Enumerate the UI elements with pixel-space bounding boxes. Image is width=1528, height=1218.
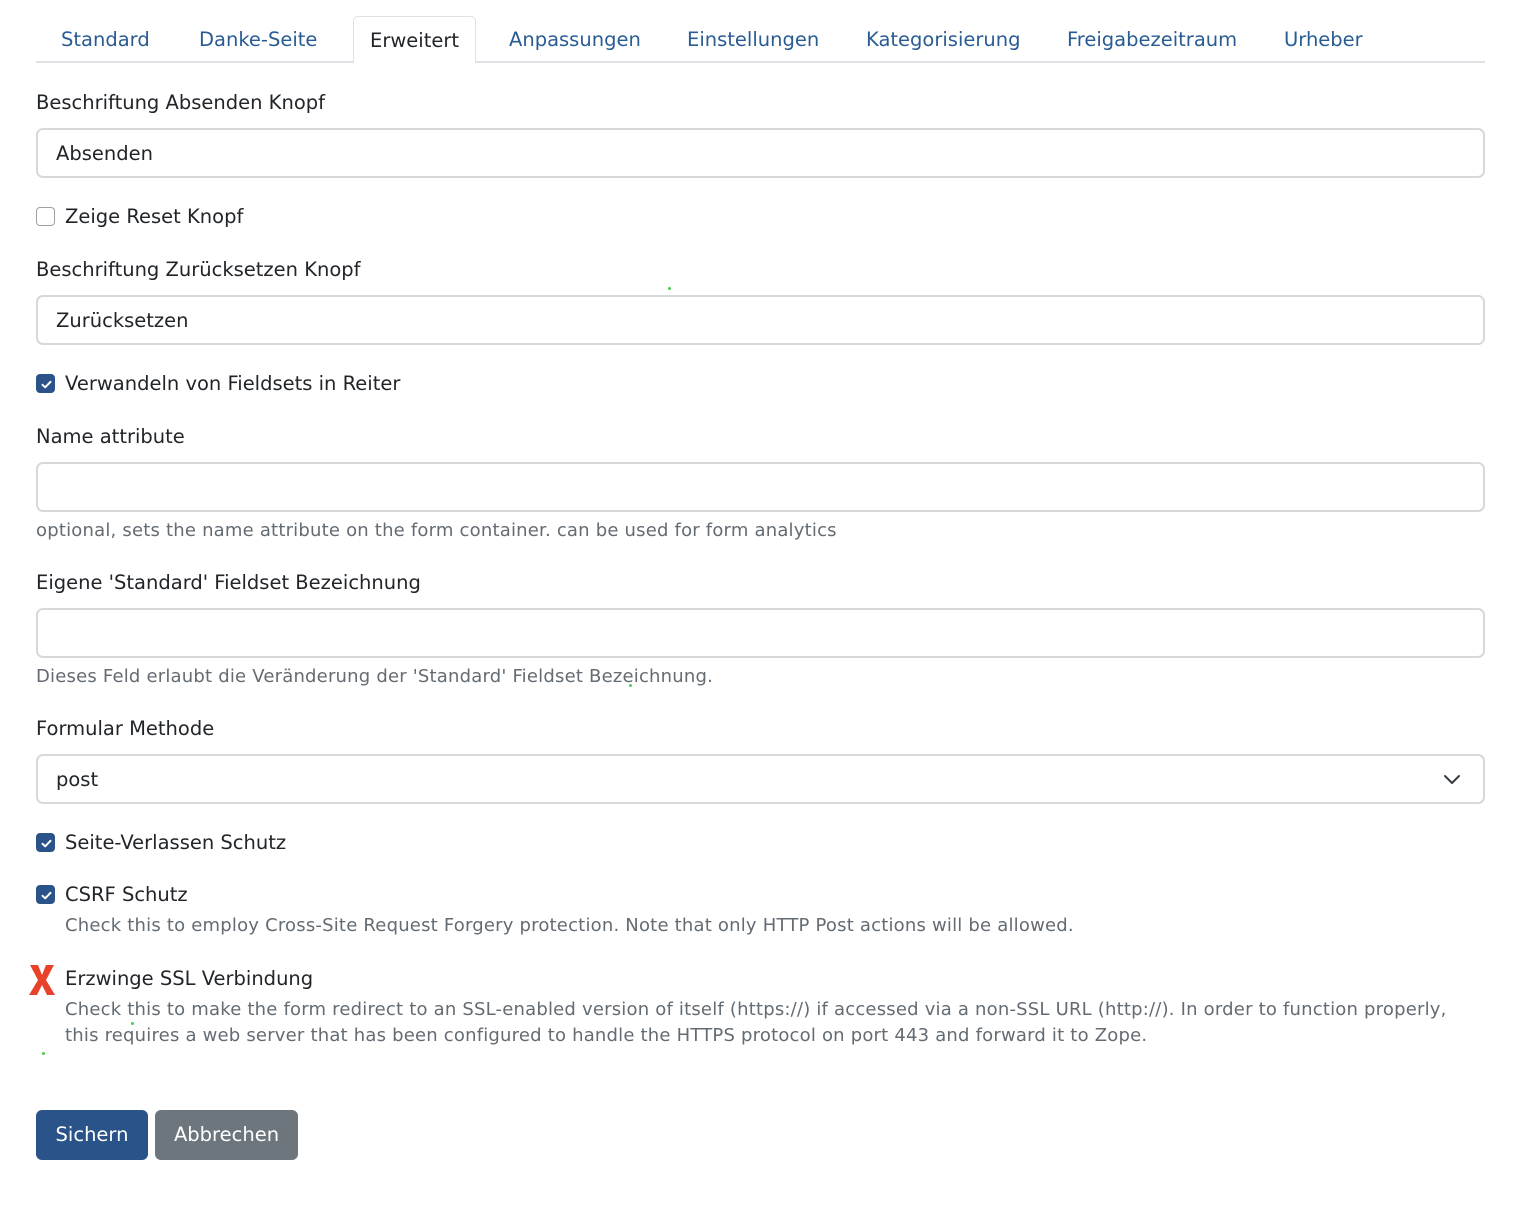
default-fieldset-help: Dieses Feld erlaubt die Veränderung der … xyxy=(36,666,714,687)
name-attribute-input[interactable] xyxy=(36,462,1485,512)
chevron-down-icon xyxy=(1444,775,1460,784)
submit-label-label: Beschriftung Absenden Knopf xyxy=(36,91,325,114)
unload-protection-label: Seite-Verlassen Schutz xyxy=(65,831,287,854)
artifact-dot xyxy=(668,287,671,290)
check-icon xyxy=(41,839,52,848)
tab-einstellungen[interactable]: Einstellungen xyxy=(671,16,835,63)
form-method-value: post xyxy=(56,768,99,791)
force-ssl-help: Check this to make the form redirect to … xyxy=(65,999,1447,1046)
fieldsets-tabs-label: Verwandeln von Fieldsets in Reiter xyxy=(65,372,401,395)
tab-danke-seite[interactable]: Danke-Seite xyxy=(183,16,333,63)
tab-kategorisierung[interactable]: Kategorisierung xyxy=(850,16,1036,63)
cancel-button[interactable]: Abbrechen xyxy=(155,1110,298,1160)
reset-label-input[interactable] xyxy=(36,295,1485,345)
csrf-checkbox[interactable] xyxy=(36,885,55,904)
name-attribute-help: optional, sets the name attribute on the… xyxy=(36,520,837,541)
tab-erweitert[interactable]: Erweitert xyxy=(353,16,477,64)
tab-freigabezeitraum[interactable]: Freigabezeitraum xyxy=(1051,16,1253,63)
save-button[interactable]: Sichern xyxy=(36,1110,148,1160)
tab-bar: Standard Danke-Seite Erweitert Anpassung… xyxy=(36,16,1485,64)
name-attribute-label: Name attribute xyxy=(36,425,185,448)
submit-label-input[interactable] xyxy=(36,128,1485,178)
show-reset-label: Zeige Reset Knopf xyxy=(65,205,244,228)
tab-anpassungen[interactable]: Anpassungen xyxy=(493,16,657,63)
csrf-label: CSRF Schutz xyxy=(65,883,188,906)
show-reset-checkbox[interactable] xyxy=(36,207,55,226)
tab-standard[interactable]: Standard xyxy=(45,16,166,63)
check-icon xyxy=(41,891,52,900)
check-icon xyxy=(41,380,52,389)
artifact-dot xyxy=(42,1052,45,1055)
force-ssl-label: Erzwinge SSL Verbindung xyxy=(65,967,314,990)
artifact-dot xyxy=(131,1022,134,1025)
unload-protection-checkbox[interactable] xyxy=(36,833,55,852)
fieldsets-tabs-checkbox[interactable] xyxy=(36,374,55,393)
reset-label-label: Beschriftung Zurücksetzen Knopf xyxy=(36,258,361,281)
error-x-icon xyxy=(29,965,55,995)
form-method-select[interactable]: post xyxy=(36,754,1485,804)
csrf-help: Check this to employ Cross-Site Request … xyxy=(65,915,1074,936)
form-method-label: Formular Methode xyxy=(36,717,215,740)
default-fieldset-input[interactable] xyxy=(36,608,1485,658)
default-fieldset-label: Eigene 'Standard' Fieldset Bezeichnung xyxy=(36,571,421,594)
artifact-dot xyxy=(629,684,632,687)
tab-urheber[interactable]: Urheber xyxy=(1268,16,1379,63)
